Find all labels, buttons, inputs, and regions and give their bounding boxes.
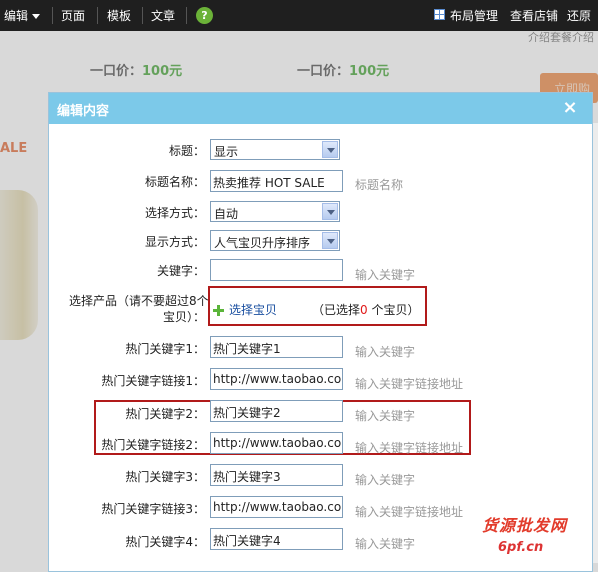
- hot-keyword-3-input[interactable]: 热门关键字3: [210, 464, 343, 486]
- select-mode-select[interactable]: 自动: [210, 201, 340, 222]
- chevron-down-icon: [32, 14, 41, 19]
- hot-keyword-3-label: 热门关键字3：: [125, 470, 205, 484]
- hot-link-2-label: 热门关键字链接2：: [101, 438, 205, 452]
- select-product-label-line2: 宝贝）：: [162, 310, 205, 324]
- layout-manage-button[interactable]: 布局管理: [450, 7, 498, 24]
- dialog-header: 编辑内容 ×: [49, 93, 592, 124]
- hot-link-2-hint: 输入关键字链接地址: [355, 441, 464, 455]
- plus-icon: [213, 305, 224, 316]
- title-label: 标题：: [168, 144, 205, 158]
- display-mode-value: 人气宝贝升序排序: [214, 236, 311, 250]
- hot-link-3-hint: 输入关键字链接地址: [355, 505, 464, 519]
- dialog-title: 编辑内容: [57, 104, 110, 119]
- toolbar-divider: [97, 7, 98, 24]
- hot-link-2-input[interactable]: http://www.taobao.com: [210, 432, 343, 454]
- keyword-hint: 输入关键字: [355, 268, 416, 282]
- title-name-label: 标题名称：: [144, 175, 205, 189]
- edit-menu[interactable]: 编辑: [4, 7, 41, 24]
- select-product-label-line1: 选择产品（请不要超过8个: [69, 294, 209, 308]
- selected-prefix: （已选择: [312, 303, 361, 317]
- watermark-url: 6pf.cn: [498, 540, 544, 555]
- edit-content-dialog: 编辑内容 × 标题： 显示 标题名称： 热卖推荐 HOT SALE 标题名称 选…: [48, 92, 593, 572]
- page-menu[interactable]: 页面: [61, 7, 85, 24]
- hot-link-1-input[interactable]: http://www.taobao.com: [210, 368, 343, 390]
- selected-count-text: （已选择0 个宝贝）: [312, 301, 419, 318]
- hot-keyword-4-label: 热门关键字4：: [125, 535, 205, 549]
- chevron-down-icon: [322, 232, 338, 249]
- restore-button[interactable]: 还原: [567, 7, 591, 24]
- chevron-down-icon: [322, 203, 338, 220]
- chevron-down-icon: [322, 141, 338, 158]
- hot-keyword-2-hint: 输入关键字: [355, 409, 416, 423]
- toolbar-divider: [52, 7, 53, 24]
- toolbar-divider: [142, 7, 143, 24]
- top-toolbar: 编辑 页面 模板 文章 ? 布局管理 查看店铺 还原: [0, 0, 598, 31]
- title-select-value: 显示: [214, 145, 239, 159]
- selected-count: 0: [360, 303, 368, 317]
- title-select[interactable]: 显示: [210, 139, 340, 160]
- watermark-logo: 货源批发网: [482, 516, 568, 535]
- select-mode-label: 选择方式：: [144, 206, 205, 220]
- selected-suffix: 个宝贝）: [367, 303, 420, 317]
- display-mode-label: 显示方式：: [144, 235, 205, 249]
- article-menu[interactable]: 文章: [151, 7, 175, 24]
- template-menu[interactable]: 模板: [107, 7, 131, 24]
- select-mode-value: 自动: [214, 207, 239, 221]
- hot-link-3-input[interactable]: http://www.taobao.com: [210, 496, 343, 518]
- display-mode-select[interactable]: 人气宝贝升序排序: [210, 230, 340, 251]
- close-icon[interactable]: ×: [559, 97, 581, 119]
- help-icon[interactable]: ?: [196, 7, 213, 24]
- hot-link-3-label: 热门关键字链接3：: [101, 502, 205, 516]
- keyword-input[interactable]: [210, 259, 343, 281]
- edit-menu-label: 编辑: [4, 9, 29, 23]
- layout-icon: [434, 9, 445, 20]
- toolbar-divider: [186, 7, 187, 24]
- select-product-link[interactable]: 选择宝贝: [229, 301, 277, 318]
- hot-keyword-4-input[interactable]: 热门关键字4: [210, 528, 343, 550]
- hot-keyword-1-input[interactable]: 热门关键字1: [210, 336, 343, 358]
- keyword-label: 关键字：: [156, 264, 205, 278]
- hot-link-1-hint: 输入关键字链接地址: [355, 377, 464, 391]
- hot-keyword-2-input[interactable]: 热门关键字2: [210, 400, 343, 422]
- title-name-hint: 标题名称: [355, 178, 404, 192]
- hot-keyword-3-hint: 输入关键字: [355, 473, 416, 487]
- hot-link-1-label: 热门关键字链接1：: [101, 374, 205, 388]
- view-shop-button[interactable]: 查看店铺: [510, 7, 558, 24]
- title-name-input[interactable]: 热卖推荐 HOT SALE: [210, 170, 343, 192]
- hot-keyword-1-hint: 输入关键字: [355, 345, 416, 359]
- hot-keyword-2-label: 热门关键字2：: [125, 407, 205, 421]
- hot-keyword-1-label: 热门关键字1：: [125, 342, 205, 356]
- hot-keyword-4-hint: 输入关键字: [355, 537, 416, 551]
